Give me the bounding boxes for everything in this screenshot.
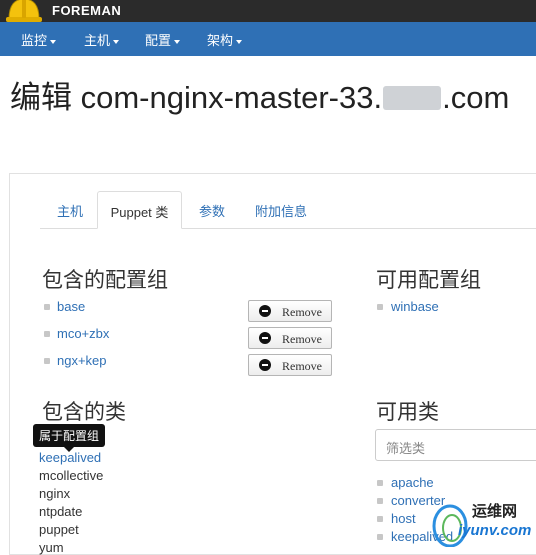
nav-item-label: 监控 bbox=[21, 33, 48, 48]
nav-item-configure[interactable]: 配置 bbox=[145, 30, 181, 49]
config-group-ngx-kep[interactable]: ngx+kep bbox=[57, 353, 107, 368]
list-bullet bbox=[377, 480, 383, 486]
nav-item-label: 架构 bbox=[207, 33, 234, 48]
available-classes-heading: 可用类 bbox=[376, 401, 439, 424]
filter-classes-input[interactable]: 筛选类 bbox=[375, 429, 536, 461]
brand-name[interactable]: FOREMAN bbox=[52, 3, 121, 18]
remove-button[interactable]: Remove bbox=[248, 327, 332, 349]
remove-label: Remove bbox=[282, 305, 322, 319]
nav-item-label: 主机 bbox=[84, 33, 111, 48]
caret-down-icon bbox=[236, 39, 243, 44]
minus-circle-icon bbox=[259, 359, 271, 371]
nav-item-monitor[interactable]: 监控 bbox=[21, 30, 57, 49]
page-title: 编辑 com-nginx-master-33. .com bbox=[10, 72, 509, 117]
list-bullet bbox=[377, 534, 383, 540]
class-item: nginx bbox=[39, 486, 71, 501]
caret-down-icon bbox=[174, 39, 181, 44]
list-bullet bbox=[44, 331, 50, 337]
minus-circle-icon bbox=[259, 332, 271, 344]
available-config-groups-heading: 可用配置组 bbox=[376, 269, 481, 292]
main-navbar: 监控 主机 配置 架构 bbox=[0, 22, 536, 56]
available-class-item[interactable]: apache bbox=[391, 475, 434, 490]
tooltip: 属于配置组 bbox=[33, 424, 106, 452]
class-item: ntpdate bbox=[39, 504, 83, 519]
nav-item-label: 配置 bbox=[145, 33, 172, 48]
config-group-base[interactable]: base bbox=[57, 299, 85, 314]
caret-down-icon bbox=[50, 39, 57, 44]
class-item: mcollective bbox=[39, 468, 104, 483]
tab-additional-info[interactable]: 附加信息 bbox=[255, 201, 307, 220]
config-group-mco-zbx[interactable]: mco+zbx bbox=[57, 326, 109, 341]
tab-puppet-classes[interactable]: Puppet 类 bbox=[97, 191, 182, 229]
list-bullet bbox=[377, 516, 383, 522]
helmet-logo-icon[interactable] bbox=[6, 0, 42, 23]
list-bullet bbox=[377, 498, 383, 504]
included-config-groups-heading: 包含的配置组 bbox=[42, 269, 168, 292]
remove-button[interactable]: Remove bbox=[248, 300, 332, 322]
included-classes-heading: 包含的类 bbox=[42, 401, 126, 424]
list-bullet bbox=[44, 304, 50, 310]
remove-label: Remove bbox=[282, 332, 322, 346]
tab-parameters[interactable]: 参数 bbox=[199, 201, 225, 220]
nav-item-infrastructure[interactable]: 架构 bbox=[207, 30, 243, 49]
remove-button[interactable]: Remove bbox=[248, 354, 332, 376]
page-title-suffix: .com bbox=[442, 80, 510, 115]
watermark-text: 运维网 bbox=[472, 503, 518, 520]
available-class-item[interactable]: host bbox=[391, 511, 416, 526]
minus-circle-icon bbox=[259, 305, 271, 317]
class-item[interactable]: keepalived bbox=[39, 450, 101, 465]
tab-host[interactable]: 主机 bbox=[57, 201, 83, 220]
list-bullet bbox=[44, 358, 50, 364]
watermark-url: iyunv.com bbox=[458, 522, 532, 539]
top-bar: FOREMAN bbox=[0, 0, 536, 22]
config-group-winbase[interactable]: winbase bbox=[391, 299, 439, 314]
remove-label: Remove bbox=[282, 359, 322, 373]
class-item: yum bbox=[39, 540, 64, 555]
list-bullet bbox=[377, 304, 383, 310]
redacted-text bbox=[383, 86, 442, 110]
caret-down-icon bbox=[113, 39, 120, 44]
page-title-prefix: 编辑 com-nginx-master-33. bbox=[10, 80, 383, 115]
class-item: puppet bbox=[39, 522, 79, 537]
nav-item-hosts[interactable]: 主机 bbox=[84, 30, 120, 49]
